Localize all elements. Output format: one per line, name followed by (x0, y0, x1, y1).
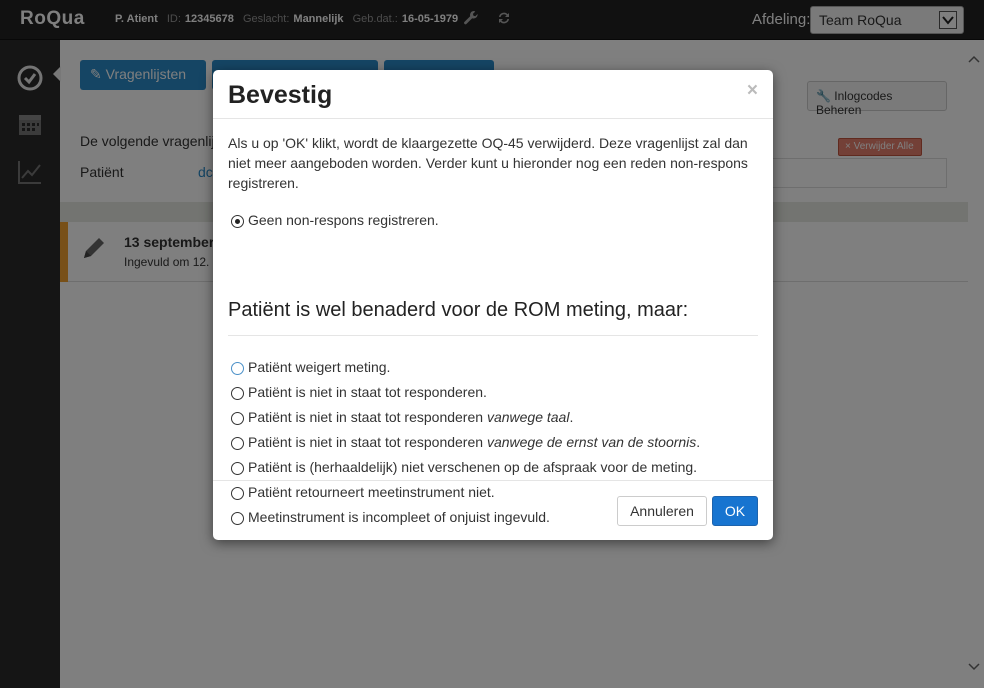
dialog-intro: Als u op 'OK' klikt, wordt de klaargezet… (228, 135, 748, 191)
radio-label: Geen non-respons registreren. (248, 212, 439, 228)
close-icon[interactable]: × (747, 80, 758, 102)
radio-label: Patiënt is niet in staat tot responderen… (248, 434, 701, 450)
dialog-body: Als u op 'OK' klikt, wordt de klaargezet… (228, 133, 758, 525)
dialog-header: Bevestig × (213, 70, 773, 119)
radio-label: Patiënt is (herhaaldelijk) niet verschen… (248, 459, 698, 475)
radio-button[interactable] (231, 362, 244, 375)
radio-label: Patiënt weigert meting. (248, 359, 391, 375)
radio-label: Patiënt is niet in staat tot responderen… (248, 384, 487, 400)
radio-button[interactable] (231, 462, 244, 475)
radio-label: Patiënt is niet in staat tot responderen… (248, 409, 574, 425)
radio-button[interactable] (231, 215, 244, 228)
radio-button[interactable] (231, 387, 244, 400)
section-heading: Patiënt is wel benaderd voor de ROM meti… (228, 299, 758, 336)
dialog-footer: Annuleren OK (213, 480, 773, 540)
ok-button[interactable]: OK (712, 496, 758, 526)
cancel-button[interactable]: Annuleren (617, 496, 707, 526)
confirm-dialog: Bevestig × Als u op 'OK' klikt, wordt de… (213, 70, 773, 540)
dialog-title: Bevestig (228, 81, 333, 109)
radio-button[interactable] (231, 437, 244, 450)
radio-button[interactable] (231, 412, 244, 425)
